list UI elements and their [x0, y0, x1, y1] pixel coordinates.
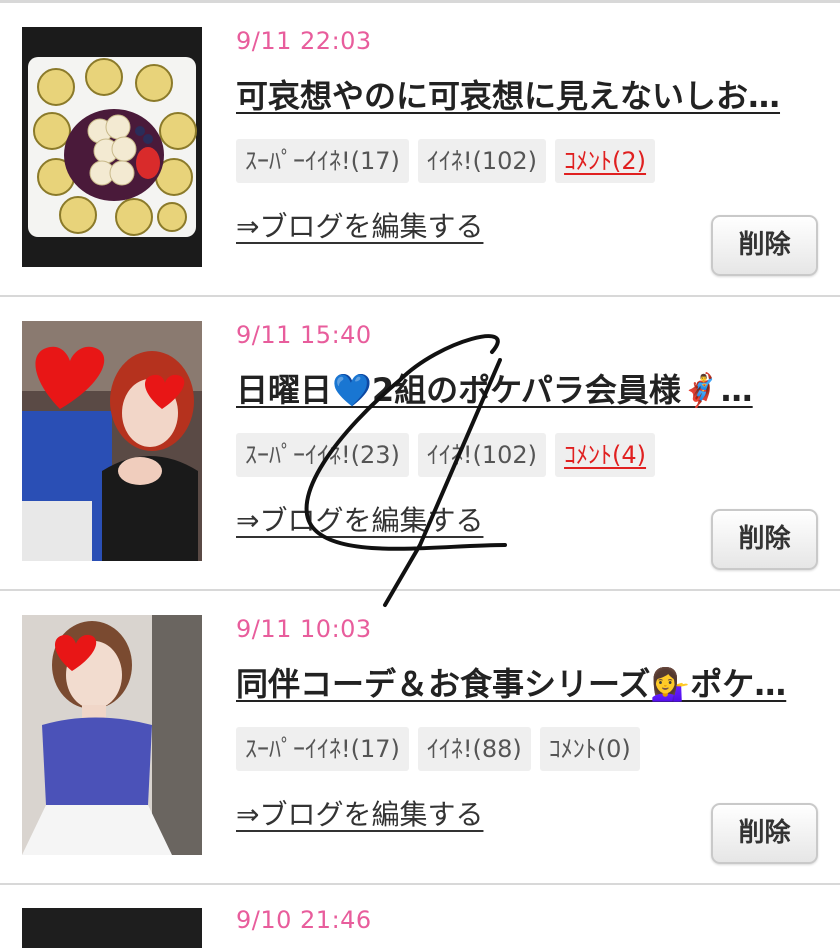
blog-post-item: 9/11 22:03 可哀想やのに可哀想に見えないしお… ｽｰﾊﾟｰｲｲﾈ!(1…	[0, 3, 840, 297]
like-badge: ｲｲﾈ!(88)	[417, 727, 531, 771]
post-thumbnail-fruit-bowl[interactable]	[22, 27, 202, 267]
post-thumbnail[interactable]	[22, 908, 202, 948]
like-badge: ｲｲﾈ!(102)	[417, 139, 547, 183]
post-thumbnail-selfie-hearts[interactable]	[22, 321, 202, 561]
super-like-badge: ｽｰﾊﾟｰｲｲﾈ!(23)	[236, 433, 409, 477]
comment-link[interactable]: ｺﾒﾝﾄ(4)	[555, 433, 656, 477]
delete-button[interactable]: 削除	[711, 803, 818, 864]
super-like-badge: ｽｰﾊﾟｰｲｲﾈ!(17)	[236, 727, 409, 771]
post-title-link[interactable]: 日曜日💙2組のポケパラ会員様🦸‍♂️…	[236, 365, 816, 411]
edit-blog-link[interactable]: ⇒ブログを編集する	[236, 205, 483, 245]
edit-blog-link[interactable]: ⇒ブログを編集する	[236, 793, 483, 833]
delete-button[interactable]: 削除	[711, 215, 818, 276]
blog-post-item: 9/10 21:46	[0, 888, 840, 948]
post-thumbnail-outfit-photo[interactable]	[22, 615, 202, 855]
post-title-link[interactable]: 可哀想やのに可哀想に見えないしお…	[236, 71, 816, 117]
edit-blog-link[interactable]: ⇒ブログを編集する	[236, 499, 483, 539]
post-date: 9/11 10:03	[236, 615, 372, 643]
post-date: 9/11 22:03	[236, 27, 372, 55]
comment-link[interactable]: ｺﾒﾝﾄ(0)	[539, 727, 640, 771]
post-title-link[interactable]: 同伴コーデ＆お食事シリーズ💁‍♀️ポケ…	[236, 659, 816, 705]
like-badge: ｲｲﾈ!(102)	[417, 433, 547, 477]
delete-button[interactable]: 削除	[711, 509, 818, 570]
reaction-badges: ｽｰﾊﾟｰｲｲﾈ!(23) ｲｲﾈ!(102) ｺﾒﾝﾄ(4)	[236, 433, 656, 477]
comment-link[interactable]: ｺﾒﾝﾄ(2)	[555, 139, 656, 183]
post-date: 9/10 21:46	[236, 906, 372, 934]
super-like-badge: ｽｰﾊﾟｰｲｲﾈ!(17)	[236, 139, 409, 183]
reaction-badges: ｽｰﾊﾟｰｲｲﾈ!(17) ｲｲﾈ!(88) ｺﾒﾝﾄ(0)	[236, 727, 640, 771]
blog-post-item: 9/11 10:03 同伴コーデ＆お食事シリーズ💁‍♀️ポケ… ｽｰﾊﾟｰｲｲﾈ…	[0, 591, 840, 885]
blog-post-item: 9/11 15:40 日曜日💙2組のポケパラ会員様🦸‍♂️… ｽｰﾊﾟｰｲｲﾈ!…	[0, 297, 840, 591]
post-date: 9/11 15:40	[236, 321, 372, 349]
reaction-badges: ｽｰﾊﾟｰｲｲﾈ!(17) ｲｲﾈ!(102) ｺﾒﾝﾄ(2)	[236, 139, 656, 183]
